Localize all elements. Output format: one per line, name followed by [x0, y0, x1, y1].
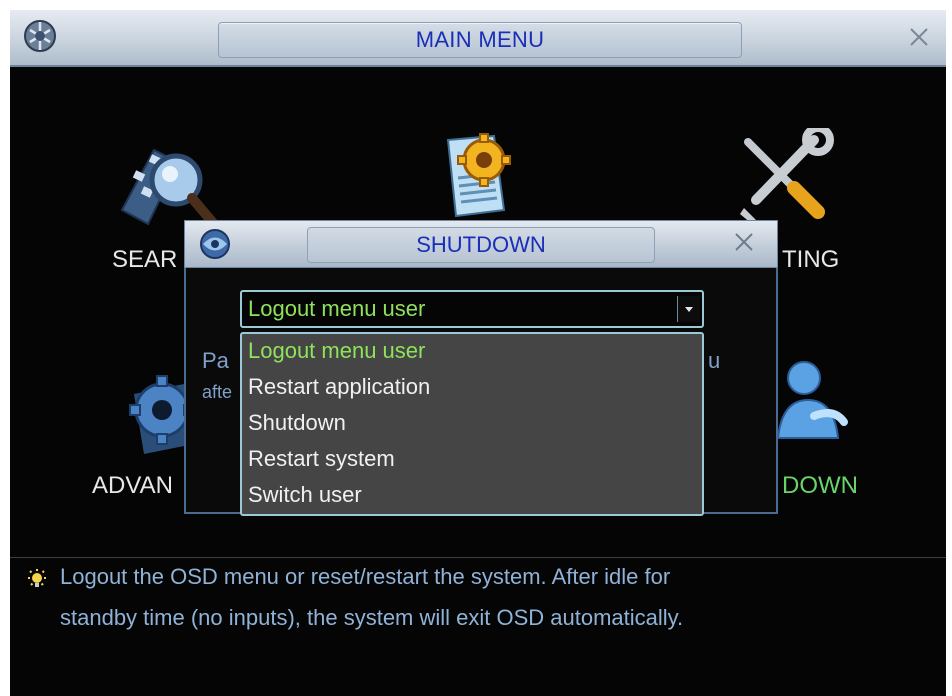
- select-value: Logout menu user: [248, 296, 426, 321]
- main-menu-title: MAIN MENU: [415, 27, 545, 52]
- dropdown-option-logout-menu-user[interactable]: Logout menu user: [248, 338, 425, 364]
- title-plate: MAIN MENU: [218, 22, 742, 58]
- shutdown-dialog-title-bar: SHUTDOWN: [184, 220, 778, 268]
- chevron-down-icon[interactable]: [677, 296, 700, 322]
- dvr-logo-icon: [200, 229, 230, 259]
- main-title-bar: MAIN MENU: [10, 10, 946, 67]
- dialog-partial-text: Pa: [202, 348, 229, 373]
- menu-label-search[interactable]: SEAR: [112, 246, 177, 274]
- help-text-line-1: Logout the OSD menu or reset/restart the…: [60, 564, 671, 589]
- close-icon[interactable]: [733, 231, 755, 253]
- shutdown-mode-select[interactable]: Logout menu user: [240, 290, 704, 328]
- dialog-partial-text: u: [708, 348, 721, 373]
- lightbulb-hint-icon: [28, 569, 46, 587]
- shutdown-user-icon[interactable]: [774, 358, 850, 450]
- dialog-partial-text: afte: [202, 382, 233, 402]
- search-film-icon[interactable]: [114, 132, 224, 232]
- dropdown-option-shutdown[interactable]: Shutdown: [248, 410, 346, 436]
- tools-wrench-screwdriver-icon[interactable]: [734, 128, 834, 228]
- shutdown-mode-dropdown: Logout menu user Restart application Shu…: [240, 332, 704, 516]
- dropdown-option-restart-system[interactable]: Restart system: [248, 446, 395, 472]
- divider: [10, 557, 946, 558]
- info-document-gear-icon[interactable]: [442, 130, 514, 220]
- dropdown-option-switch-user[interactable]: Switch user: [248, 482, 362, 508]
- dialog-title-plate: SHUTDOWN: [307, 227, 655, 263]
- menu-label-shutdown[interactable]: DOWN: [782, 472, 858, 500]
- menu-label-advanced[interactable]: ADVAN: [92, 472, 173, 500]
- dvr-logo-icon: [24, 20, 56, 52]
- shutdown-dialog-title: SHUTDOWN: [416, 232, 546, 257]
- dvr-screen: MAIN MENU SEAR TING ADVAN DOWN SHUTDOWN …: [10, 10, 946, 696]
- dropdown-option-restart-application[interactable]: Restart application: [248, 374, 430, 400]
- help-text-line-2: standby time (no inputs), the system wil…: [60, 605, 684, 630]
- close-icon[interactable]: [908, 26, 930, 48]
- menu-label-setting[interactable]: TING: [782, 246, 839, 274]
